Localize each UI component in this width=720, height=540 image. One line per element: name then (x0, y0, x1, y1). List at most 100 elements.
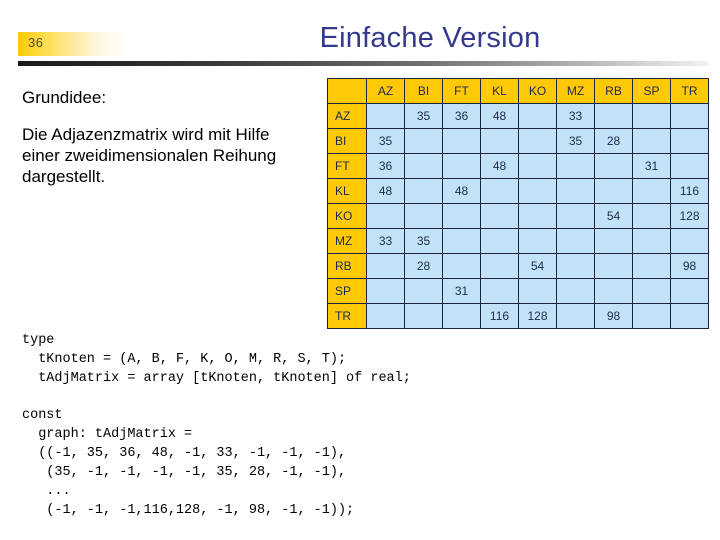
matrix-cell (670, 278, 709, 304)
table-row: AZ 35 36 48 33 (327, 103, 709, 129)
matrix-cell (632, 303, 671, 329)
matrix-cell: 28 (594, 128, 633, 154)
matrix-cell: 48 (480, 153, 519, 179)
matrix-cell (632, 253, 671, 279)
matrix-cell: 48 (366, 178, 405, 204)
matrix-cell: 128 (518, 303, 557, 329)
intro-label: Grundidee: (22, 88, 107, 107)
matrix-cell (556, 153, 595, 179)
table-row: FT 36 48 31 (327, 153, 709, 179)
matrix-col-header-kl: KL (480, 78, 519, 104)
matrix-corner-cell (327, 78, 367, 104)
matrix-cell: 33 (556, 103, 595, 129)
matrix-cell: 128 (670, 203, 709, 229)
matrix-row-header-kl: KL (327, 178, 367, 204)
matrix-col-header-sp: SP (632, 78, 671, 104)
matrix-cell (632, 228, 671, 254)
matrix-cell (480, 128, 519, 154)
matrix-row-header-az: AZ (327, 103, 367, 129)
matrix-cell (404, 128, 443, 154)
matrix-col-header-tr: TR (670, 78, 709, 104)
matrix-cell (442, 303, 481, 329)
matrix-cell (594, 103, 633, 129)
matrix-col-header-rb: RB (594, 78, 633, 104)
matrix-cell (366, 303, 405, 329)
table-row: KO 54 128 (327, 203, 709, 229)
matrix-cell (404, 178, 443, 204)
matrix-cell: 48 (480, 103, 519, 129)
matrix-col-header-az: AZ (366, 78, 405, 104)
matrix-cell: 35 (404, 103, 443, 129)
matrix-cell (556, 253, 595, 279)
matrix-cell (556, 278, 595, 304)
matrix-cell: 35 (404, 228, 443, 254)
matrix-cell (594, 278, 633, 304)
matrix-cell: 36 (366, 153, 405, 179)
matrix-cell: 48 (442, 178, 481, 204)
matrix-cell (670, 128, 709, 154)
matrix-cell (556, 303, 595, 329)
matrix-row-header-sp: SP (327, 278, 367, 304)
matrix-cell: 98 (594, 303, 633, 329)
matrix-cell (670, 103, 709, 129)
matrix-row-header-bi: BI (327, 128, 367, 154)
matrix-col-header-ko: KO (518, 78, 557, 104)
matrix-cell (442, 203, 481, 229)
matrix-cell (480, 228, 519, 254)
matrix-cell: 54 (518, 253, 557, 279)
matrix-cell (404, 303, 443, 329)
matrix-cell: 31 (632, 153, 671, 179)
matrix-cell: 36 (442, 103, 481, 129)
matrix-cell (632, 178, 671, 204)
matrix-row-header-ft: FT (327, 153, 367, 179)
matrix-cell (594, 253, 633, 279)
table-row: SP 31 (327, 278, 709, 304)
page-title: Einfache Version (319, 22, 541, 54)
matrix-cell: 54 (594, 203, 633, 229)
table-row: MZ 33 35 (327, 228, 709, 254)
title-divider (18, 61, 709, 66)
table-row: BI 35 35 28 (327, 128, 709, 154)
matrix-cell (366, 103, 405, 129)
matrix-cell (518, 203, 557, 229)
matrix-cell: 28 (404, 253, 443, 279)
matrix-cell (518, 228, 557, 254)
const-declaration-code: const graph: tAdjMatrix = ((-1, 35, 36, … (22, 407, 355, 518)
matrix-cell (518, 178, 557, 204)
matrix-cell: 116 (670, 178, 709, 204)
matrix-cell (556, 178, 595, 204)
matrix-col-header-ft: FT (442, 78, 481, 104)
matrix-cell (366, 203, 405, 229)
matrix-row-header-ko: KO (327, 203, 367, 229)
matrix-cell: 35 (366, 128, 405, 154)
matrix-cell (404, 153, 443, 179)
matrix-cell (442, 153, 481, 179)
matrix-cell: 33 (366, 228, 405, 254)
matrix-cell (518, 153, 557, 179)
matrix-cell (518, 103, 557, 129)
matrix-cell (556, 203, 595, 229)
matrix-cell (594, 178, 633, 204)
matrix-cell: 31 (442, 278, 481, 304)
matrix-cell (480, 278, 519, 304)
table-row: KL 48 48 116 (327, 178, 709, 204)
matrix-cell (366, 253, 405, 279)
matrix-cell: 35 (556, 128, 595, 154)
matrix-cell (442, 128, 481, 154)
matrix-cell: 98 (670, 253, 709, 279)
matrix-cell (480, 203, 519, 229)
matrix-col-header-bi: BI (404, 78, 443, 104)
type-declaration-code: type tKnoten = (A, B, F, K, O, M, R, S, … (22, 332, 411, 386)
matrix-cell (556, 228, 595, 254)
matrix-cell (632, 278, 671, 304)
matrix-cell: 116 (480, 303, 519, 329)
matrix-cell (670, 228, 709, 254)
matrix-cell (670, 153, 709, 179)
matrix-cell (404, 278, 443, 304)
intro-paragraph: Die Adjazenzmatrix wird mit Hilfe einer … (22, 125, 277, 186)
slide-number-badge: 36 (18, 32, 126, 56)
adjacency-matrix-table: AZ BI FT KL KO MZ RB SP TR AZ 35 36 48 33 BI 35 35 28 FT 3… (327, 78, 709, 329)
matrix-cell (480, 253, 519, 279)
matrix-col-header-mz: MZ (556, 78, 595, 104)
matrix-cell (366, 278, 405, 304)
